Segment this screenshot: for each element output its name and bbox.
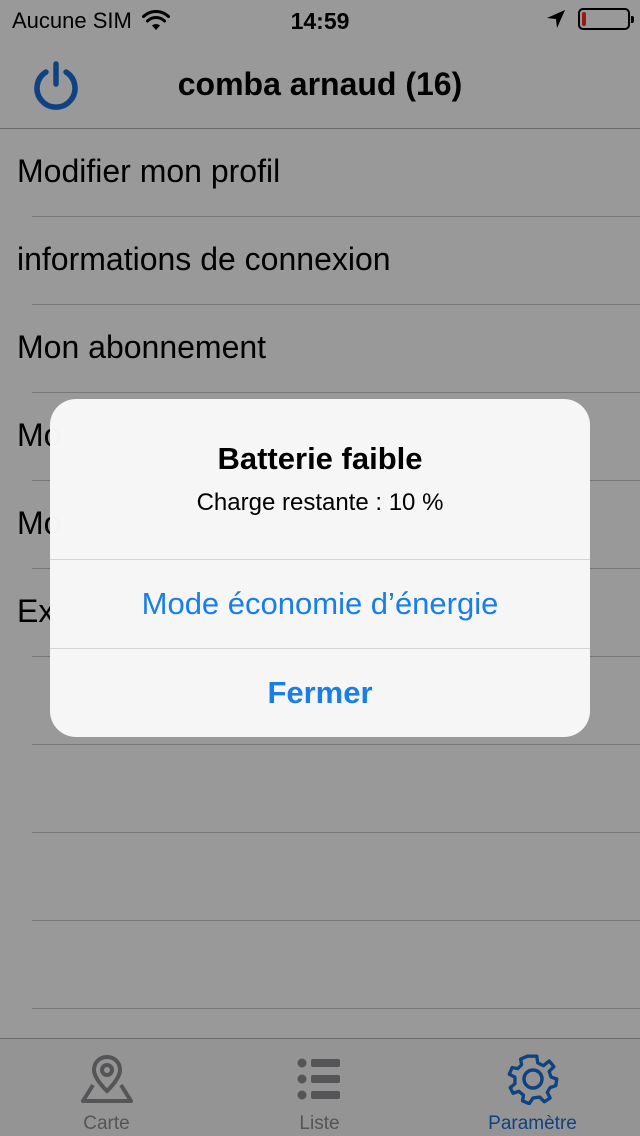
alert-message: Charge restante : 10 % [196, 489, 444, 516]
close-button[interactable]: Fermer [50, 649, 590, 737]
alert-title: Batterie faible [217, 441, 423, 476]
low-battery-alert: Batterie faible Charge restante : 10 % M… [50, 399, 590, 737]
power-saving-mode-button[interactable]: Mode économie d’énergie [50, 560, 590, 648]
